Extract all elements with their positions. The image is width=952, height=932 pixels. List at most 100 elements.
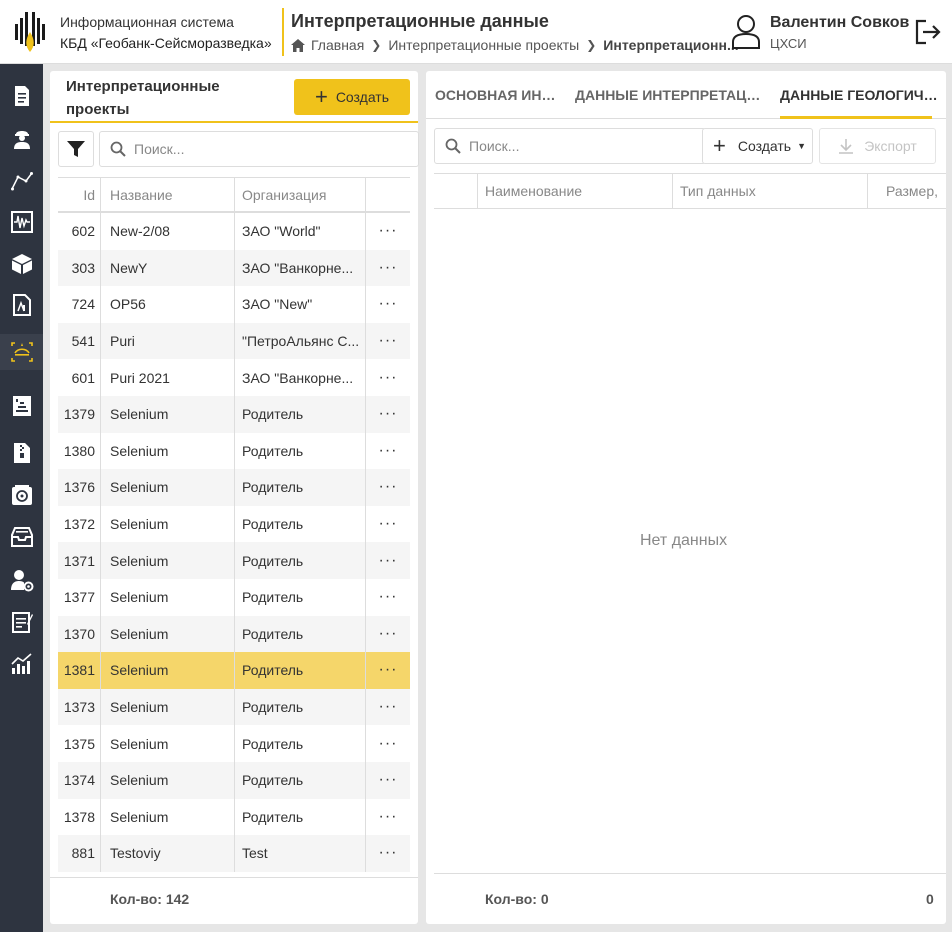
cell-name: Puri 2021 (101, 359, 235, 396)
sidebar-item-analytics[interactable] (0, 646, 43, 682)
cell-id: 1373 (58, 688, 101, 726)
sidebar-item-profiles[interactable] (0, 163, 43, 199)
column-header-org[interactable]: Организация (235, 178, 366, 211)
column-header-data-type[interactable]: Тип данных (673, 174, 868, 208)
analytics-icon (10, 653, 32, 674)
sidebar-item-journal[interactable] (0, 604, 43, 640)
row-actions-button[interactable]: ··· (366, 286, 410, 323)
home-icon[interactable] (291, 38, 305, 52)
projects-search-input[interactable] (134, 132, 404, 166)
column-header-size[interactable]: Размер, (868, 174, 946, 208)
cell-name: Testoviy (101, 835, 235, 872)
document-chart-icon (12, 294, 31, 316)
company-logo-icon[interactable] (13, 10, 47, 54)
sidebar-item-wells[interactable] (0, 388, 43, 424)
sidebar-item-reports[interactable] (0, 287, 43, 323)
filter-button[interactable] (58, 131, 94, 167)
projects-count: Кол-во: 142 (110, 891, 190, 907)
data-search[interactable] (434, 128, 706, 164)
more-dots-icon: ··· (378, 624, 398, 642)
breadcrumb-projects[interactable]: Интерпретационные проекты (388, 37, 579, 53)
row-actions-button[interactable]: ··· (366, 652, 410, 689)
table-row[interactable]: 1375 Selenium Родитель ··· (58, 725, 410, 762)
more-dots-icon: ··· (378, 332, 398, 350)
projects-search[interactable] (99, 131, 419, 167)
row-actions-button[interactable]: ··· (366, 250, 410, 287)
column-header-item-name[interactable]: Наименование (478, 174, 673, 208)
row-actions-button[interactable]: ··· (366, 433, 410, 470)
create-data-label: Создать (737, 138, 792, 154)
sidebar-item-documents[interactable] (0, 78, 43, 114)
cell-org-text: Родитель (242, 442, 304, 459)
sidebar-item-seismic[interactable] (0, 204, 43, 240)
user-avatar-icon[interactable] (730, 14, 762, 50)
table-row[interactable]: 1370 Selenium Родитель ··· (58, 615, 410, 653)
table-row[interactable]: 1373 Selenium Родитель ··· (58, 688, 410, 726)
app-header: Информационная система КБД «Геобанк-Сейс… (0, 0, 952, 64)
data-search-input[interactable] (469, 129, 699, 163)
sidebar-item-workers[interactable] (0, 120, 43, 156)
table-row[interactable]: 541 Puri "ПетроАльянс С... ··· (58, 322, 410, 360)
sidebar-item-files[interactable] (0, 435, 43, 471)
row-actions-button[interactable]: ··· (366, 542, 410, 579)
table-row[interactable]: 1380 Selenium Родитель ··· (58, 432, 410, 470)
more-dots-icon: ··· (378, 368, 398, 386)
breadcrumb-current: Интерпретационн... (603, 37, 739, 53)
user-settings-icon (10, 570, 33, 592)
cell-name: Selenium (101, 578, 235, 616)
cell-org: Родитель (235, 395, 366, 433)
cell-id: 1378 (58, 798, 101, 836)
row-actions-button[interactable]: ··· (366, 506, 410, 543)
table-row[interactable]: 601 Puri 2021 ЗАО "Ванкорне... ··· (58, 359, 410, 396)
create-data-button[interactable]: + Создать ▼ (702, 128, 813, 164)
table-row[interactable]: 1379 Selenium Родитель ··· (58, 395, 410, 433)
table-row[interactable]: 1374 Selenium Родитель ··· (58, 761, 410, 799)
tab-interpretation-data[interactable]: ДАННЫЕ ИНТЕРПРЕТАЦИ... (575, 71, 765, 119)
row-actions-button[interactable]: ··· (366, 213, 410, 250)
export-label: Экспорт (864, 138, 917, 154)
row-actions-button[interactable]: ··· (366, 323, 410, 360)
row-actions-button[interactable]: ··· (366, 689, 410, 726)
row-actions-button[interactable]: ··· (366, 835, 410, 872)
create-project-button[interactable]: + Создать (294, 79, 410, 115)
sidebar-item-user-admin[interactable] (0, 562, 43, 598)
table-row[interactable]: 1377 Selenium Родитель ··· (58, 578, 410, 616)
row-actions-button[interactable]: ··· (366, 396, 410, 433)
system-name-line1: Информационная система (60, 14, 234, 30)
tab-main-info-label: ОСНОВНАЯ ИНФ... (435, 87, 563, 103)
breadcrumb-home[interactable]: Главная (311, 37, 364, 53)
cell-org-text: Родитель (242, 589, 304, 606)
user-name[interactable]: Валентин Совков (770, 14, 909, 32)
row-actions-button[interactable]: ··· (366, 469, 410, 506)
cell-name: Selenium (101, 652, 235, 689)
cube-icon (11, 254, 32, 274)
table-row[interactable]: 1378 Selenium Родитель ··· (58, 798, 410, 836)
table-row[interactable]: 724 OP56 ЗАО "New" ··· (58, 286, 410, 323)
table-row[interactable]: 881 Testoviy Test ··· (58, 835, 410, 872)
sidebar-item-cube[interactable] (0, 246, 43, 282)
logout-icon[interactable] (914, 18, 942, 46)
search-icon (110, 141, 126, 157)
table-row[interactable]: 303 NewY ЗАО "Ванкорне... ··· (58, 249, 410, 287)
tab-main-info[interactable]: ОСНОВНАЯ ИНФ... (435, 71, 563, 119)
sidebar-item-interpretation[interactable] (0, 334, 43, 370)
cell-org: Родитель (235, 798, 366, 836)
row-actions-button[interactable]: ··· (366, 359, 410, 396)
export-button[interactable]: Экспорт (819, 128, 936, 164)
table-row[interactable]: 1371 Selenium Родитель ··· (58, 542, 410, 579)
sidebar-item-media[interactable] (0, 477, 43, 513)
row-actions-button[interactable]: ··· (366, 616, 410, 653)
column-header-select[interactable] (434, 174, 478, 208)
row-actions-button[interactable]: ··· (366, 799, 410, 836)
tab-geological-data[interactable]: ДАННЫЕ ГЕОЛОГИЧЕ... (780, 71, 940, 119)
sidebar-item-archive[interactable] (0, 519, 43, 555)
table-row[interactable]: 1376 Selenium Родитель ··· (58, 469, 410, 506)
table-row[interactable]: 1372 Selenium Родитель ··· (58, 505, 410, 543)
column-header-id[interactable]: Id (58, 178, 101, 211)
row-actions-button[interactable]: ··· (366, 579, 410, 616)
row-actions-button[interactable]: ··· (366, 725, 410, 762)
row-actions-button[interactable]: ··· (366, 762, 410, 799)
table-row[interactable]: 1381 Selenium Родитель ··· (58, 652, 410, 689)
column-header-name[interactable]: Название (101, 178, 235, 211)
table-row[interactable]: 602 New-2/08 ЗАО "World" ··· (58, 213, 410, 250)
